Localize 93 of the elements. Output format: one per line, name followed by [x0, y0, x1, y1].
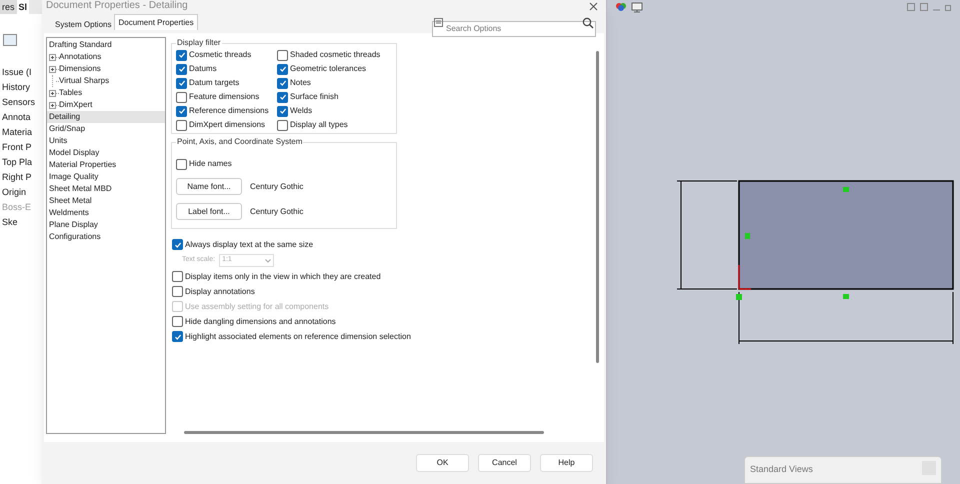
checkbox[interactable] — [176, 78, 187, 88]
checkbox-label: DimXpert dimensions — [189, 119, 266, 131]
checkbox[interactable] — [277, 50, 288, 60]
checkbox-label: Display annotations — [185, 286, 255, 298]
group-title: Point, Axis, and Coordinate System — [176, 136, 304, 148]
font-button[interactable]: Label font... — [176, 203, 242, 220]
tree-item[interactable]: Materia — [2, 126, 42, 139]
list-view-icon[interactable] — [3, 34, 17, 46]
tree-item[interactable]: Plane Display — [47, 219, 165, 231]
horizontal-scrollbar[interactable] — [184, 431, 544, 434]
checkbox-label: Surface finish — [290, 91, 338, 103]
tree-item[interactable]: Drafting Standard — [47, 39, 165, 51]
checkbox[interactable] — [176, 50, 187, 60]
tree-item[interactable]: Origin — [2, 186, 42, 199]
checkbox-label: Hide names — [189, 158, 232, 170]
search-field[interactable]: Search Options — [432, 20, 596, 36]
checkbox[interactable] — [172, 239, 183, 250]
checkbox-label: Always display text at the same size — [185, 238, 314, 250]
tree-item[interactable]: Virtual Sharps — [59, 75, 110, 87]
monitor-icon[interactable] — [631, 1, 643, 13]
checkbox[interactable] — [172, 331, 183, 342]
checkbox-label: Datum targets — [189, 77, 240, 89]
vertical-scrollbar[interactable] — [596, 51, 599, 363]
checkbox[interactable] — [176, 158, 187, 170]
checkbox-label: Display items only in the view in which they are created — [185, 270, 381, 282]
checkbox-label: Display all types — [290, 119, 348, 131]
tree-item[interactable]: Sheet Metal — [47, 195, 165, 207]
checkbox-label: Reference dimensions — [189, 105, 269, 117]
checkbox-label: Notes — [290, 77, 311, 89]
font-button[interactable]: Name font... — [176, 178, 242, 195]
tree-item[interactable]: Detailing — [47, 111, 165, 123]
panel-tab[interactable]: Sl — [16, 0, 30, 14]
group-title: Display filter — [176, 37, 222, 49]
font-name: Century Gothic — [250, 180, 304, 192]
tab[interactable]: System Options — [52, 17, 114, 33]
close-icon[interactable] — [589, 2, 598, 10]
tree-item[interactable]: Weldments — [47, 207, 165, 219]
checkbox[interactable] — [176, 106, 187, 116]
checkbox-label: Highlight associated elements on reference dimension selection — [185, 330, 411, 342]
checkbox[interactable] — [277, 78, 288, 88]
search-icon[interactable] — [582, 17, 594, 29]
tree-item[interactable]: Front P — [2, 141, 42, 154]
checkbox-label: Hide dangling dimensions and annotations — [185, 316, 336, 328]
checkbox-label: Shaded cosmetic threads — [290, 49, 380, 61]
checkbox[interactable] — [277, 64, 288, 74]
tab[interactable]: Document Properties — [114, 14, 198, 30]
expand-icon[interactable] — [49, 90, 56, 96]
tree-item[interactable]: Annota — [2, 111, 42, 124]
checkbox[interactable] — [176, 120, 187, 130]
checkbox-label: Geometric tolerances — [290, 63, 366, 75]
checkbox[interactable] — [176, 64, 187, 74]
tree-item[interactable]: Sensors — [2, 96, 42, 109]
checkbox[interactable] — [176, 92, 187, 102]
panel-tab[interactable]: res — [0, 0, 17, 14]
tree-item[interactable]: Image Quality — [47, 171, 165, 183]
checkbox-label: Datums — [189, 63, 217, 75]
tree-item[interactable]: Dimensions — [59, 63, 101, 75]
tree-item[interactable]: Annotations — [59, 51, 102, 63]
checkbox-label: Cosmetic threads — [189, 49, 252, 61]
tree-item[interactable]: Grid/Snap — [47, 123, 165, 135]
expand-icon[interactable] — [49, 102, 56, 108]
tree-item[interactable]: Configurations — [47, 231, 165, 243]
tree-item[interactable]: Units — [47, 135, 165, 147]
tree-item[interactable]: Material Properties — [47, 159, 165, 171]
checkbox-label: Welds — [290, 105, 312, 117]
expand-icon[interactable] — [49, 54, 56, 60]
checkbox-label: Feature dimensions — [189, 91, 260, 103]
tree-item[interactable]: Ske — [2, 216, 42, 229]
checkbox[interactable] — [277, 120, 288, 130]
dialog-button[interactable]: Help — [540, 454, 593, 472]
window-title: Document Properties - Detailing — [46, 0, 188, 12]
tree-item[interactable]: Right P — [2, 171, 42, 184]
chevron-down-icon — [265, 258, 272, 262]
tree-item[interactable]: Issue (I — [2, 66, 42, 79]
checkbox[interactable] — [277, 92, 288, 102]
tree-item[interactable]: Sheet Metal MBD — [47, 183, 165, 195]
tree-item[interactable]: Tables — [59, 87, 82, 99]
dialog-button[interactable]: OK — [416, 454, 469, 472]
tree-item[interactable]: Model Display — [47, 147, 165, 159]
tree-item[interactable]: Top Pla — [2, 156, 42, 169]
panel-title: Standard Views — [750, 463, 813, 476]
checkbox[interactable] — [277, 106, 288, 116]
appearance-icon[interactable] — [615, 1, 627, 13]
search-options-icon — [434, 18, 443, 27]
tree-item[interactable]: History — [2, 81, 42, 94]
expand-icon[interactable] — [49, 66, 56, 72]
dialog-button[interactable]: Cancel — [478, 454, 531, 472]
checkbox[interactable] — [172, 316, 183, 327]
tree-item[interactable]: DimXpert — [59, 99, 92, 111]
checkbox[interactable] — [172, 286, 183, 297]
font-name: Century Gothic — [250, 206, 304, 218]
checkbox[interactable] — [172, 271, 183, 282]
checkbox-label: Use assembly setting for all components — [185, 300, 329, 312]
